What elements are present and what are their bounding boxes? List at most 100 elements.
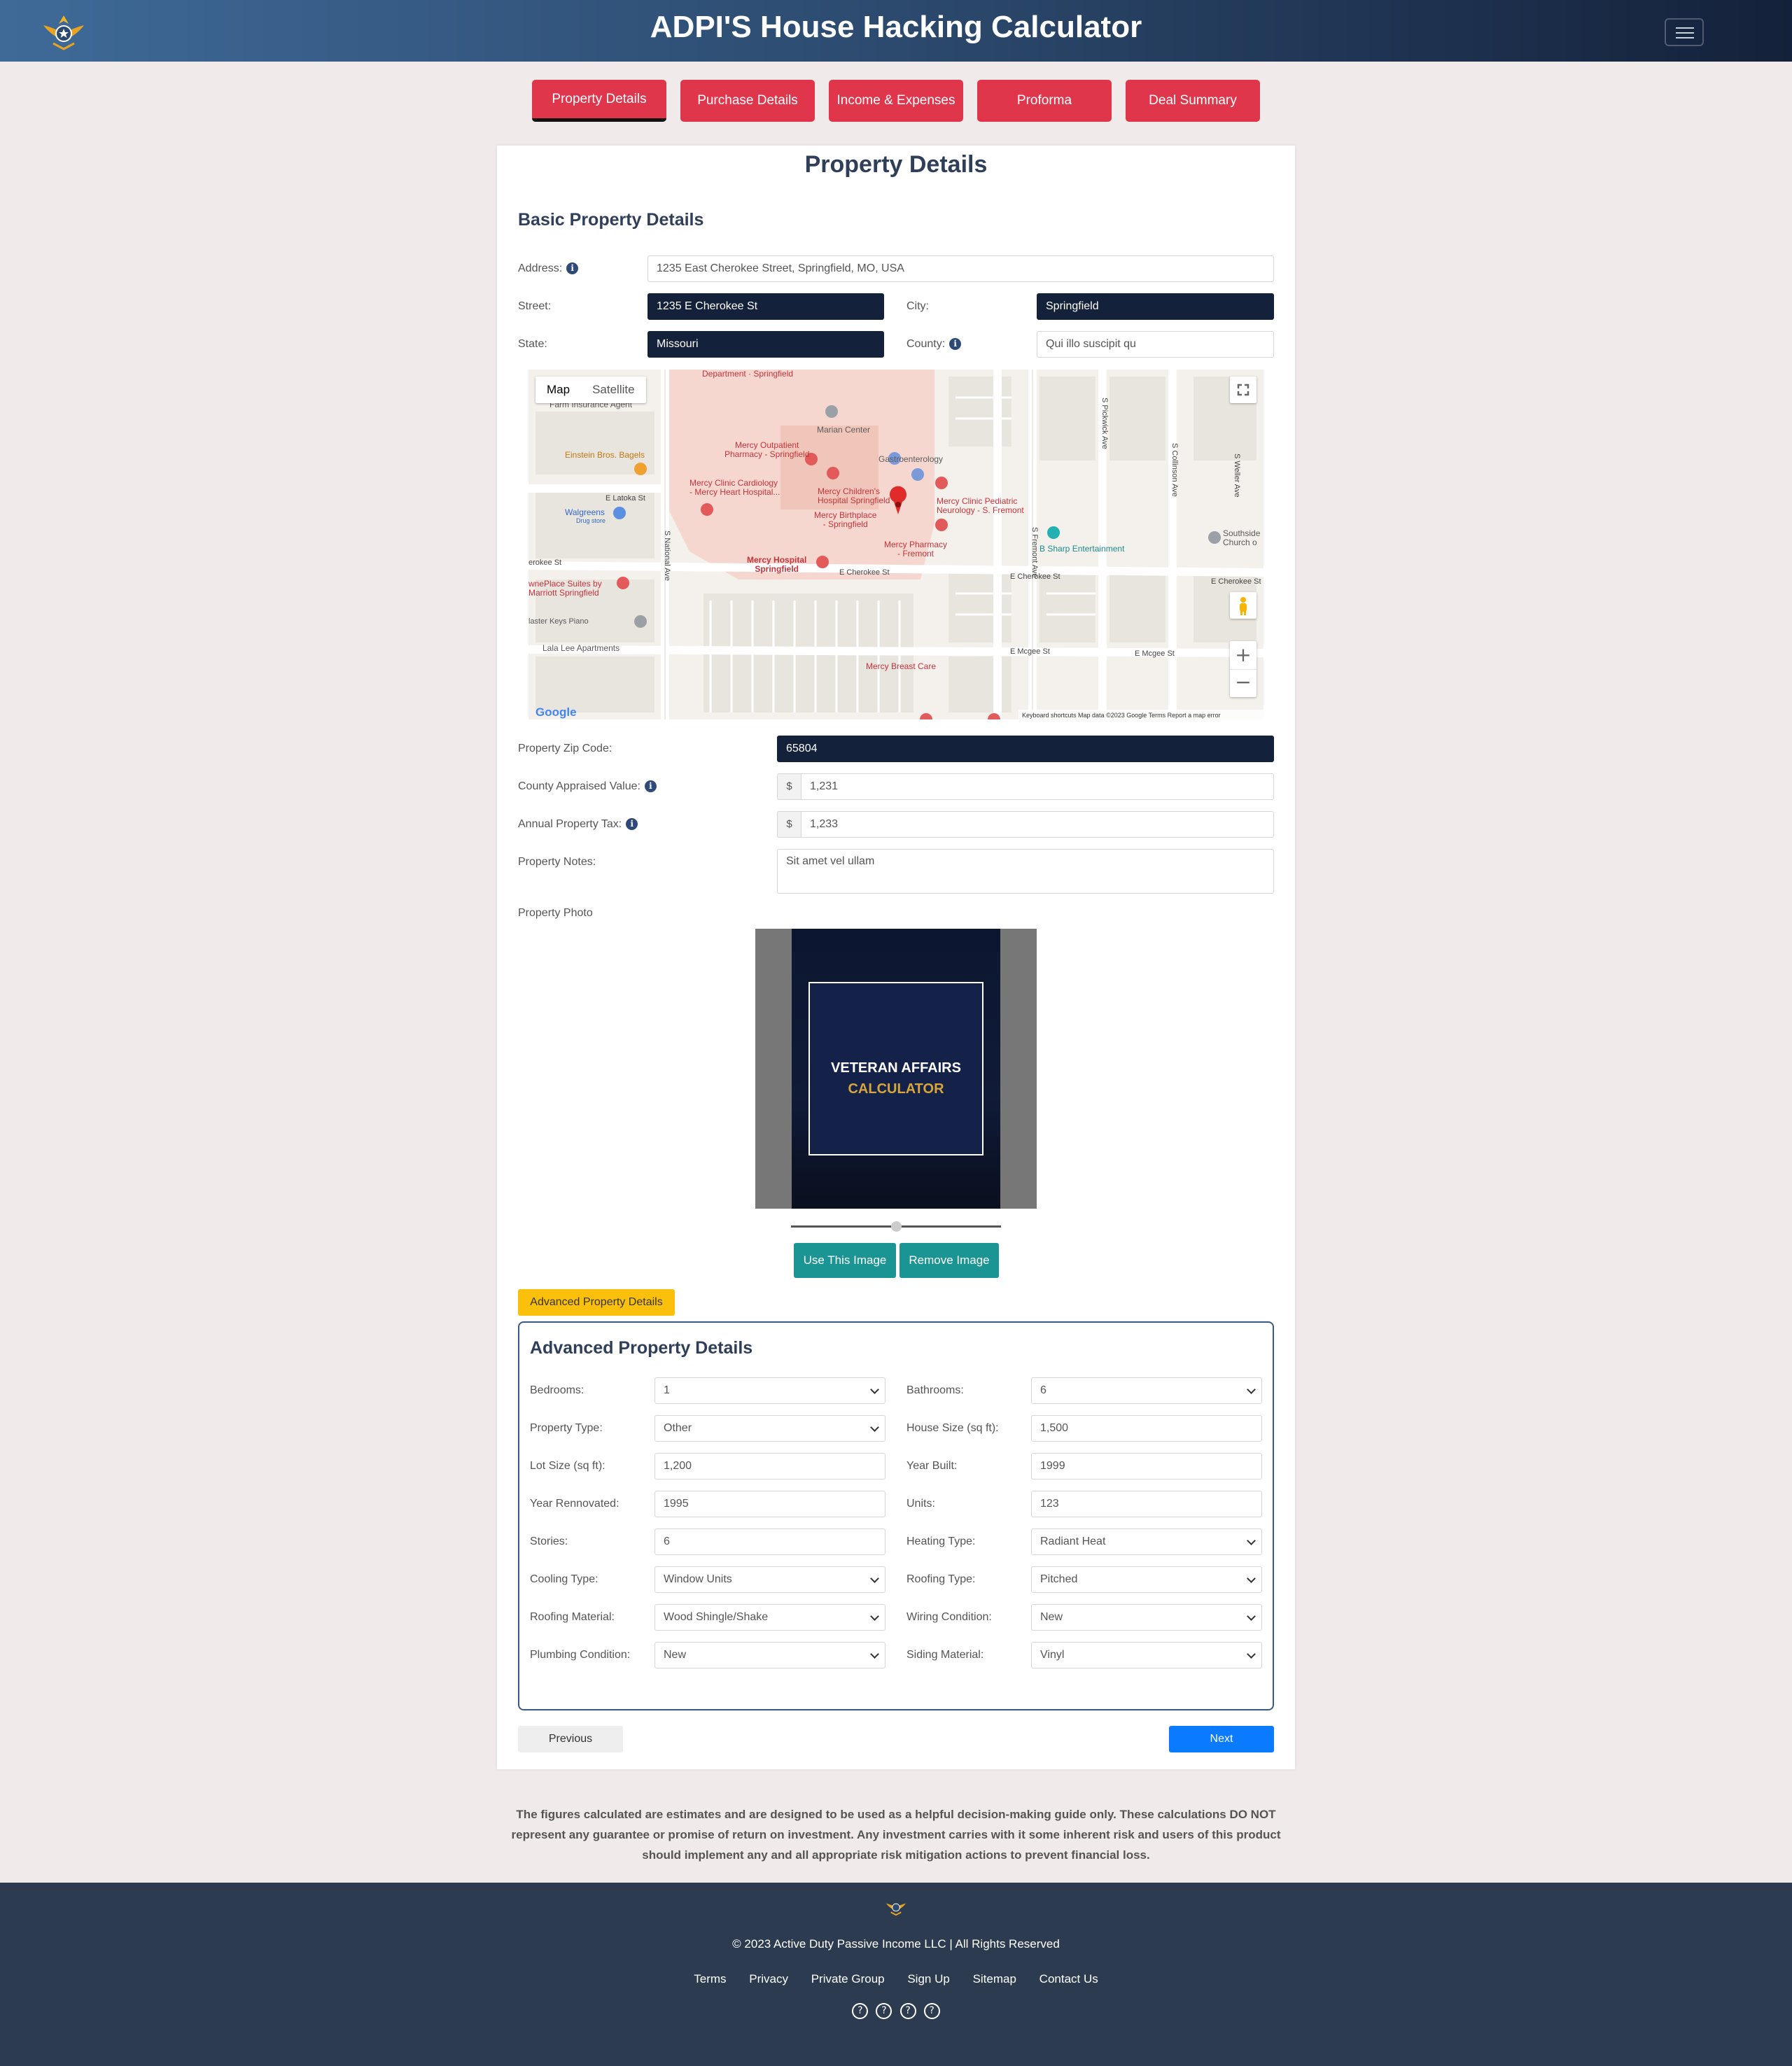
info-icon[interactable]: i	[644, 780, 657, 793]
advanced-details-toggle-button[interactable]: Advanced Property Details	[518, 1289, 675, 1316]
roofing-type-select[interactable]: Pitched	[1031, 1566, 1262, 1593]
street-label: Street:	[518, 300, 552, 312]
footer-links: Terms Privacy Private Group Sign Up Site…	[0, 1972, 1792, 1986]
map-place[interactable]: Mercy Outpatient Pharmacy - Springfield	[724, 441, 809, 459]
footer: © 2023 Active Duty Passive Income LLC | …	[0, 1883, 1792, 2066]
cooling-type-select[interactable]: Window Units	[654, 1566, 886, 1593]
property-notes-textarea[interactable]: Sit amet vel ullam	[777, 849, 1274, 894]
city-input[interactable]: Springfield	[1037, 293, 1274, 320]
map-place[interactable]: Einstein Bros. Bagels	[565, 451, 645, 460]
lot-size-sq-ft-input[interactable]: 1,200	[654, 1453, 886, 1480]
map-place[interactable]: wnePlace Suites by Marriott Springfield	[528, 579, 602, 598]
zip-input[interactable]: 65804	[777, 736, 1274, 762]
footer-link-sitemap[interactable]: Sitemap	[973, 1972, 1016, 1986]
units-input[interactable]: 123	[1031, 1491, 1262, 1517]
property-type-select[interactable]: Other	[654, 1415, 886, 1442]
county-label: County: i	[906, 336, 962, 353]
lot-size-sq-ft-label: Lot Size (sq ft):	[530, 1460, 606, 1472]
tab-proforma[interactable]: Proforma	[977, 80, 1112, 122]
map-place[interactable]: Department · Springfield	[702, 370, 793, 379]
advanced-section-title: Advanced Property Details	[530, 1338, 753, 1358]
footer-link-private-group[interactable]: Private Group	[811, 1972, 885, 1986]
map-place[interactable]: Mercy Birthplace - Springfield	[814, 511, 876, 529]
map-place[interactable]: Southside Church o	[1223, 529, 1260, 547]
county-input[interactable]: Qui illo suscipit qu	[1037, 331, 1274, 358]
bathrooms-select[interactable]: 6	[1031, 1377, 1262, 1404]
map-place[interactable]: Mercy Clinic Cardiology - Mercy Heart Ho…	[690, 479, 780, 497]
street-label-map: E Cherokee St	[1211, 577, 1261, 586]
use-image-button[interactable]: Use This Image	[794, 1243, 896, 1278]
house-size-sq-ft-label: House Size (sq ft):	[906, 1422, 999, 1434]
remove-image-button[interactable]: Remove Image	[899, 1243, 999, 1278]
street-input[interactable]: 1235 E Cherokee St	[648, 293, 884, 320]
state-label: State:	[518, 338, 547, 350]
fullscreen-icon[interactable]	[1230, 377, 1256, 403]
appraised-label: County Appraised Value: i	[518, 778, 657, 795]
tab-purchase-details[interactable]: Purchase Details	[680, 80, 815, 122]
map-type-toggle: Map Satellite	[536, 377, 646, 403]
heating-type-select[interactable]: Radiant Heat	[1031, 1529, 1262, 1555]
address-input[interactable]: 1235 East Cherokee Street, Springfield, …	[648, 255, 1274, 282]
map-attribution: Keyboard shortcuts Map data ©2023 Google…	[1022, 712, 1221, 719]
info-icon[interactable]: i	[566, 262, 579, 275]
roofing-material-select[interactable]: Wood Shingle/Shake	[654, 1604, 886, 1631]
map-place[interactable]: Gastroenterology	[878, 455, 943, 464]
footer-link-terms[interactable]: Terms	[694, 1972, 726, 1986]
footer-link-sign-up[interactable]: Sign Up	[907, 1972, 949, 1986]
map-tab-satellite[interactable]: Satellite	[581, 377, 645, 403]
top-navbar: ADPI'S House Hacking Calculator	[0, 0, 1792, 62]
map-place[interactable]: Mercy Pharmacy - Fremont	[884, 540, 947, 558]
map-tab-map[interactable]: Map	[536, 377, 581, 403]
wiring-condition-label: Wiring Condition:	[906, 1611, 992, 1623]
zoom-in-button[interactable]: +	[1230, 641, 1256, 669]
plumbing-condition-select[interactable]: New	[654, 1642, 886, 1668]
zoom-out-button[interactable]: −	[1230, 669, 1256, 697]
street-view-pegman-icon[interactable]	[1230, 592, 1256, 619]
map-place[interactable]: Mercy Hospital Springfield	[747, 556, 806, 574]
house-size-sq-ft-input[interactable]: 1,500	[1031, 1415, 1262, 1442]
photo-zoom-slider-handle[interactable]	[891, 1221, 902, 1232]
next-button[interactable]: Next	[1169, 1726, 1274, 1752]
info-icon[interactable]: i	[949, 338, 962, 351]
social-icon[interactable]: ?	[876, 2003, 892, 2019]
address-label: Address: i	[518, 260, 579, 277]
eagle-emblem-logo[interactable]	[885, 1897, 907, 1918]
footer-link-contact[interactable]: Contact Us	[1040, 1972, 1098, 1986]
property-tax-input[interactable]: 1,233	[801, 811, 1274, 838]
zip-label: Property Zip Code:	[518, 743, 612, 754]
map-place[interactable]: Mercy Clinic Pediatric Neurology - S. Fr…	[937, 497, 1024, 515]
google-map[interactable]: Google Keyboard shortcuts Map data ©2023…	[528, 370, 1264, 719]
map-place: laster Keys Piano	[528, 617, 589, 626]
social-icon[interactable]: ?	[923, 2003, 940, 2019]
stories-input[interactable]: 6	[654, 1529, 886, 1555]
appraised-value-input[interactable]: 1,231	[801, 773, 1274, 800]
previous-button[interactable]: Previous	[518, 1726, 623, 1752]
map-place[interactable]: Marian Center	[817, 426, 870, 435]
wiring-condition-select[interactable]: New	[1031, 1604, 1262, 1631]
photo-text-line2: CALCULATOR	[848, 1081, 944, 1097]
photo-label: Property Photo	[518, 907, 593, 919]
state-input[interactable]: Missouri	[648, 331, 884, 358]
siding-material-select[interactable]: Vinyl	[1031, 1642, 1262, 1668]
map-place[interactable]: Lala Lee Apartments	[542, 644, 620, 653]
map-place[interactable]: B Sharp Entertainment	[1040, 544, 1124, 554]
roofing-material-label: Roofing Material:	[530, 1611, 615, 1623]
cooling-type-label: Cooling Type:	[530, 1573, 598, 1585]
social-icon[interactable]: ?	[899, 2003, 916, 2019]
street-label-map: S National Ave	[663, 530, 671, 581]
photo-text-line1: VETERAN AFFAIRS	[831, 1060, 961, 1076]
footer-link-privacy[interactable]: Privacy	[749, 1972, 788, 1986]
tab-income-expenses[interactable]: Income & Expenses	[829, 80, 963, 122]
map-place[interactable]: Mercy Breast Care	[866, 662, 936, 671]
city-label: City:	[906, 300, 929, 312]
tab-deal-summary[interactable]: Deal Summary	[1126, 80, 1260, 122]
year-built-input[interactable]: 1999	[1031, 1453, 1262, 1480]
hamburger-menu-icon[interactable]	[1665, 18, 1704, 46]
tab-property-details[interactable]: Property Details	[532, 80, 666, 122]
bedrooms-select[interactable]: 1	[654, 1377, 886, 1404]
info-icon[interactable]: i	[626, 818, 638, 831]
map-zoom-controls: + −	[1230, 641, 1256, 697]
year-rennovated-input[interactable]: 1995	[654, 1491, 886, 1517]
map-place[interactable]: Mercy Children's Hospital Springfield	[818, 487, 890, 505]
social-icon[interactable]: ?	[852, 2003, 869, 2019]
